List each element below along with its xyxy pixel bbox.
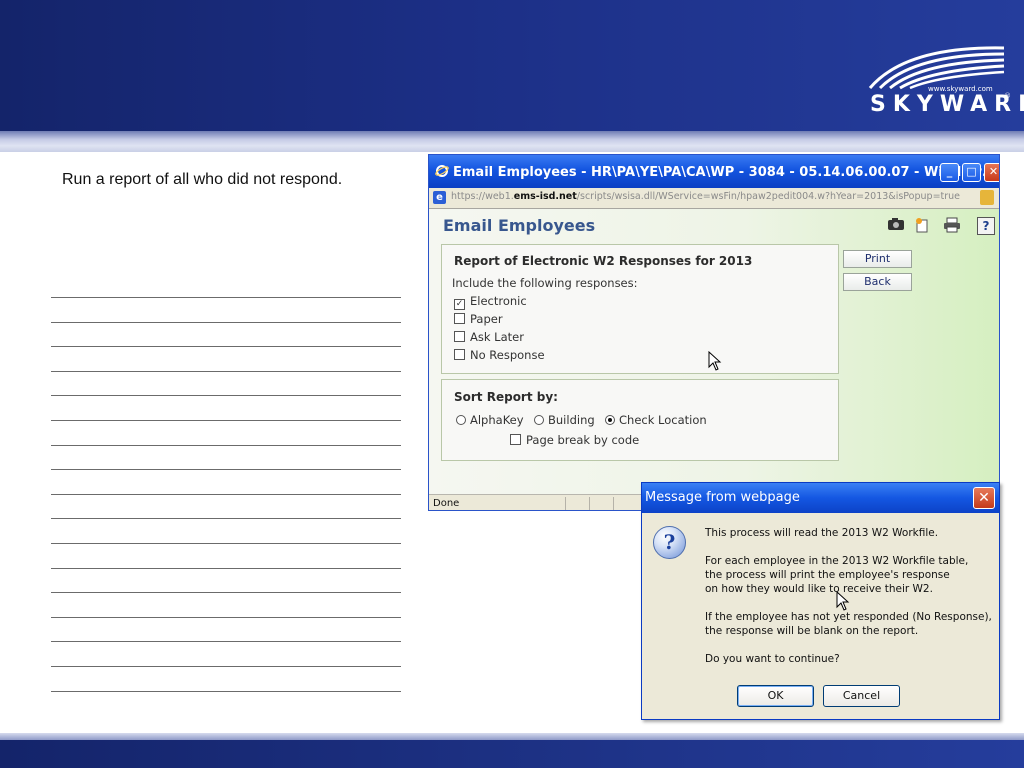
- minimize-button[interactable]: _: [940, 163, 959, 182]
- note-line: [51, 518, 401, 520]
- radio-button[interactable]: [534, 415, 544, 425]
- add-note-icon[interactable]: [913, 217, 931, 235]
- checkbox-label: Ask Later: [470, 330, 524, 344]
- note-line: [51, 469, 401, 471]
- window-close-button[interactable]: ✕: [984, 163, 999, 182]
- checkbox-box[interactable]: [454, 313, 465, 324]
- logo-registered-mark: ®: [1004, 92, 1011, 100]
- page-title: Email Employees: [443, 216, 596, 235]
- cancel-button[interactable]: Cancel: [823, 685, 900, 707]
- checkbox-label: No Response: [470, 348, 545, 362]
- dialog-message-line: the response will be blank on the report…: [705, 625, 919, 637]
- checkbox-box[interactable]: ✓: [454, 299, 465, 310]
- slide-footer: [0, 740, 1024, 768]
- note-line: [51, 616, 401, 618]
- dialog-message-line: the process will print the employee's re…: [705, 569, 950, 581]
- note-line: [51, 321, 401, 323]
- dialog-titlebar[interactable]: Message from webpage ✕: [642, 483, 999, 513]
- lock-icon: [980, 190, 994, 205]
- print-icon[interactable]: [943, 217, 961, 235]
- note-line: [51, 666, 401, 667]
- dialog-message-line: on how they would like to receive their …: [705, 583, 933, 595]
- status-divider: [589, 497, 590, 510]
- note-line: [51, 493, 401, 495]
- dialog-message-line: For each employee in the 2013 W2 Workfil…: [705, 555, 969, 567]
- maximize-button[interactable]: □: [962, 163, 981, 182]
- checkbox-box[interactable]: [454, 331, 465, 342]
- slide-instruction: Run a report of all who did not respond.: [62, 171, 343, 188]
- logo-wordmark: SKYWARD: [870, 92, 1024, 117]
- radio-button[interactable]: [605, 415, 615, 425]
- dialog-message-line: This process will read the 2013 W2 Workf…: [705, 527, 939, 539]
- radio-check-location[interactable]: Check Location: [605, 413, 707, 427]
- dialog-message-line: Do you want to continue?: [705, 653, 840, 665]
- note-line: [51, 346, 401, 348]
- skyward-logo-icon: [868, 46, 1005, 90]
- footer-band: [0, 733, 1024, 740]
- radio-building[interactable]: Building: [534, 413, 595, 427]
- checkbox-ask-later[interactable]: Ask Later: [454, 330, 524, 344]
- radio-alphakey[interactable]: AlphaKey: [456, 413, 524, 427]
- url-host: ems-isd.net: [513, 191, 577, 202]
- url-host-prefix: web1.: [485, 191, 514, 202]
- browser-window: Email Employees - HR\PA\YE\PA\CA\WP - 30…: [428, 154, 1000, 511]
- note-line: [51, 592, 401, 594]
- browser-titlebar[interactable]: Email Employees - HR\PA\YE\PA\CA\WP - 30…: [429, 155, 999, 188]
- checkbox-paper[interactable]: Paper: [454, 312, 503, 326]
- help-button[interactable]: ?: [977, 217, 995, 235]
- address-bar[interactable]: e https://web1.ems-isd.net/scripts/wsisa…: [429, 188, 999, 209]
- header-band: [0, 131, 1024, 152]
- checkbox-no-response[interactable]: No Response: [454, 348, 545, 362]
- page-content: Email Employees ? Report of Electronic W…: [429, 209, 999, 494]
- checkbox-page-break[interactable]: Page break by code: [510, 433, 639, 447]
- note-line: [51, 297, 401, 298]
- dialog-message-line: If the employee has not yet responded (N…: [705, 611, 992, 623]
- report-options-panel: Report of Electronic W2 Responses for 20…: [441, 244, 839, 374]
- print-button[interactable]: Print: [843, 250, 912, 268]
- browser-title: Email Employees - HR\PA\YE\PA\CA\WP - 30…: [453, 165, 996, 180]
- camera-icon[interactable]: [887, 217, 905, 235]
- checkbox-box[interactable]: [454, 349, 465, 360]
- status-text: Done: [433, 498, 460, 509]
- checkbox-label: Paper: [470, 312, 503, 326]
- back-button[interactable]: Back: [843, 273, 912, 291]
- checkbox-box[interactable]: [510, 434, 521, 445]
- checkbox-label: Electronic: [470, 294, 527, 308]
- checkbox-electronic[interactable]: ✓ Electronic: [454, 294, 527, 310]
- question-icon: ?: [653, 526, 686, 559]
- radio-label: Building: [548, 413, 595, 427]
- dialog-close-button[interactable]: ✕: [973, 487, 995, 509]
- address-url[interactable]: https://web1.ems-isd.net/scripts/wsisa.d…: [451, 191, 960, 202]
- note-line: [51, 641, 401, 643]
- sort-panel-title: Sort Report by:: [454, 390, 558, 404]
- mouse-cursor-icon: [836, 591, 850, 611]
- note-line: [51, 420, 401, 421]
- note-line: [51, 690, 401, 692]
- note-line: [51, 395, 401, 397]
- dialog-title: Message from webpage: [645, 490, 800, 505]
- page-icon: e: [433, 191, 446, 204]
- report-panel-subtitle: Include the following responses:: [452, 276, 638, 290]
- radio-label: AlphaKey: [470, 413, 524, 427]
- report-panel-title: Report of Electronic W2 Responses for 20…: [454, 254, 753, 268]
- note-line: [51, 444, 401, 446]
- url-path: /scripts/wsisa.dll/WService=wsFin/hpaw2p…: [576, 191, 961, 202]
- mouse-cursor-icon: [708, 351, 722, 371]
- radio-label: Check Location: [619, 413, 707, 427]
- radio-button[interactable]: [456, 415, 466, 425]
- note-line: [51, 567, 401, 569]
- checkbox-label: Page break by code: [526, 433, 640, 447]
- status-divider: [613, 497, 614, 510]
- note-line: [51, 543, 401, 544]
- ok-button[interactable]: OK: [737, 685, 814, 707]
- message-dialog: Message from webpage ✕ ? This process wi…: [641, 482, 1000, 720]
- ie-logo-icon: [435, 165, 449, 177]
- url-scheme: https://: [451, 191, 486, 202]
- sort-options-panel: Sort Report by: AlphaKey Building Check …: [441, 379, 839, 461]
- note-line: [51, 370, 401, 372]
- status-divider: [565, 497, 566, 510]
